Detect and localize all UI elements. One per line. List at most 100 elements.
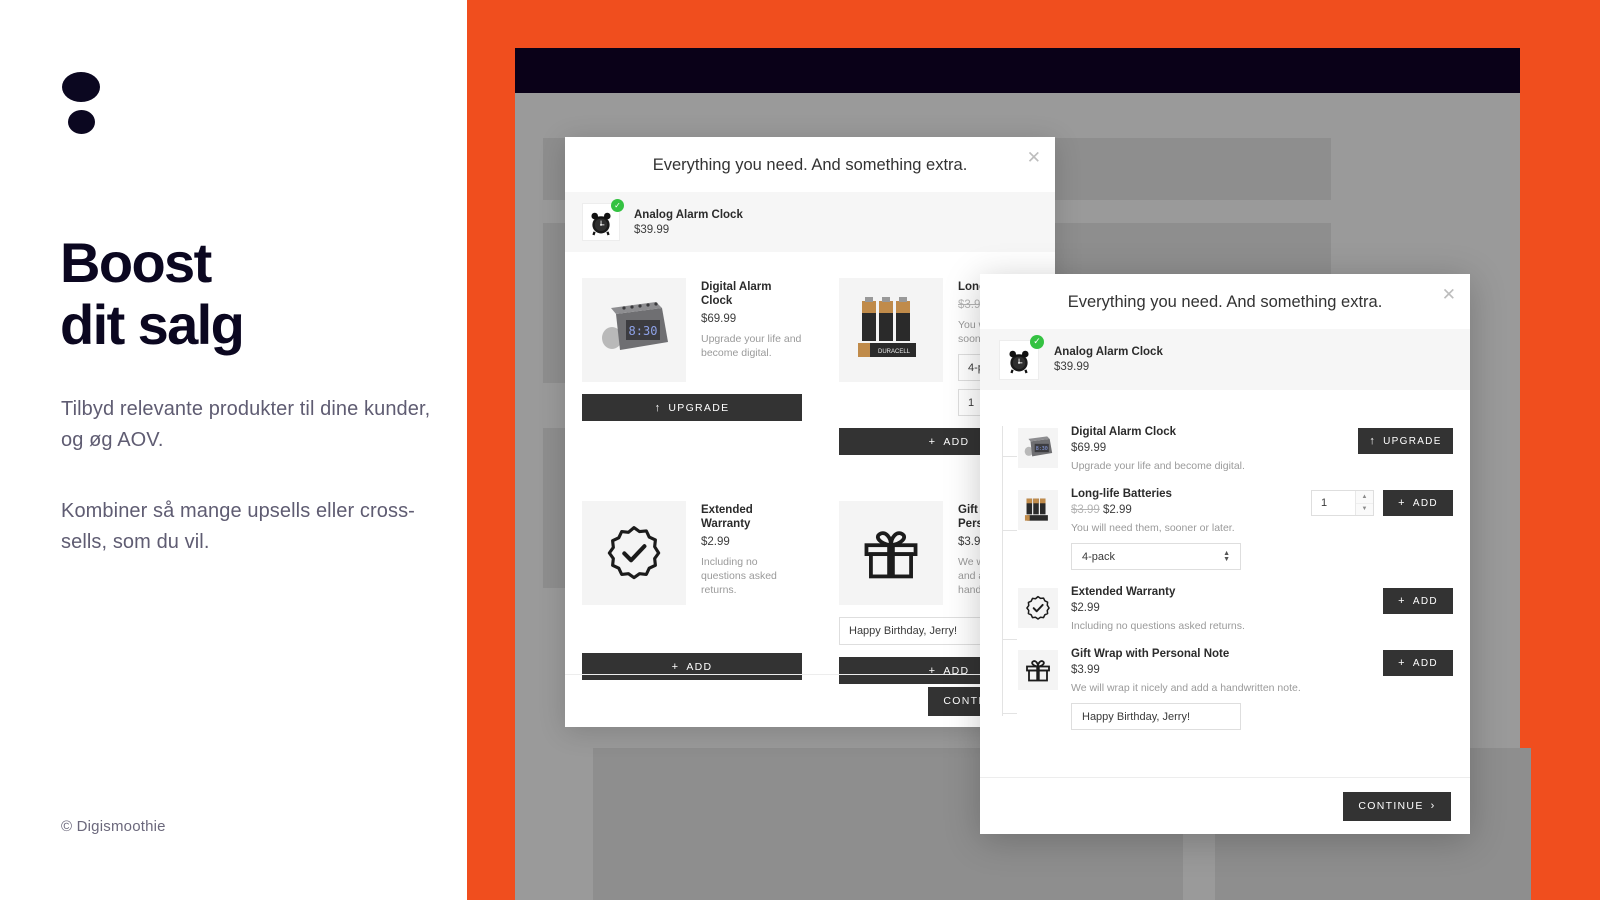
add-button-label: ADD [686, 660, 713, 673]
offer-row-gift-wrap: Gift Wrap with Personal Note $3.99 We wi… [1018, 636, 1453, 734]
offer-price: $2.99 [1102, 504, 1132, 516]
plus-icon: + [671, 660, 680, 673]
analog-alarm-clock-icon [1009, 350, 1029, 373]
add-button[interactable]: + ADD [1383, 588, 1453, 614]
offer-thumbnail: DURACELL [839, 278, 943, 382]
offer-description: We will wrap it nicely and add a handwri… [1071, 682, 1301, 694]
continue-button-label: CONTINUE [1358, 800, 1424, 812]
offer-description: Upgrade your life and become digital. [1071, 460, 1245, 472]
offer-name: Extended Warranty [1071, 586, 1176, 598]
left-marketing-panel: Boost dit salg Tilbyd relevante produkte… [0, 0, 467, 900]
offer-price: $69.99 [701, 313, 737, 325]
check-circle-icon: ✓ [1030, 334, 1044, 349]
offer-description: Including no questions asked returns. [701, 556, 777, 596]
offer-actions: + ADD [1383, 586, 1453, 614]
svg-text:DURACELL: DURACELL [878, 349, 911, 355]
chevron-updown-icon: ▲▼ [1223, 549, 1230, 563]
offer-name: Long-life Batteries [1071, 488, 1172, 500]
quantity-stepper[interactable]: 1 ▲ ▼ [1311, 490, 1374, 516]
cart-item-name: Analog Alarm Clock [1054, 346, 1163, 358]
orange-stage: Everything you need. And something extra… [467, 0, 1600, 900]
offer-price-pair: $3.99 $2.99 [1071, 504, 1303, 516]
offer-actions: 1 ▲ ▼ + ADD [1311, 488, 1453, 516]
svg-text:8:30: 8:30 [629, 324, 658, 338]
close-icon[interactable]: ✕ [1027, 149, 1041, 166]
continue-button[interactable]: CONTINUE › [1343, 791, 1451, 821]
page-title: Boost dit salg [60, 232, 440, 356]
add-button[interactable]: + ADD [1383, 650, 1453, 676]
offer-name: Digital Alarm Clock [701, 281, 772, 307]
variant-select-value: 4-pack [1082, 550, 1116, 563]
upgrade-button[interactable]: ↑ UPGRADE [582, 394, 802, 421]
arrow-up-icon: ↑ [654, 401, 662, 414]
subcopy-paragraph-2: Kombiner så mange upsells eller cross-se… [61, 500, 415, 553]
offer-name: Digital Alarm Clock [1071, 426, 1177, 438]
subcopy-paragraph-1: Tilbyd relevante produkter til dine kund… [61, 398, 431, 451]
offer-price: $2.99 [1071, 602, 1100, 614]
quantity-arrows[interactable]: ▲ ▼ [1355, 491, 1373, 515]
cart-item-thumbnail: ✓ [582, 199, 624, 241]
offer-row-digital-alarm-clock: 8:30 Digital Alarm Clock $69.99 Upgrade … [1018, 414, 1453, 476]
offer-card-digital-alarm-clock: 8:30 Digital Alarm Clock $69.99 Upgrade … [582, 278, 802, 455]
offer-description: Upgrade your life and become digital. [701, 333, 802, 359]
logo-dot-top [62, 72, 100, 102]
offer-grid: 8:30 Digital Alarm Clock $69.99 Upgrade … [582, 278, 1059, 684]
offer-actions: ↑ UPGRADE [1358, 426, 1453, 454]
offer-thumbnail [1018, 588, 1058, 628]
offer-list: 8:30 Digital Alarm Clock $69.99 Upgrade … [980, 414, 1470, 734]
upgrade-button-label: UPGRADE [668, 401, 730, 414]
cart-item-strip: ✓ Analog Alarm Clock $39.99 [565, 192, 1055, 252]
offer-row-extended-warranty: Extended Warranty $2.99 Including no que… [1018, 574, 1453, 636]
plus-icon: + [1398, 595, 1406, 607]
svg-text:8:30: 8:30 [1036, 446, 1048, 452]
offer-card-extended-warranty: Extended Warranty $2.99 Including no que… [582, 501, 802, 684]
modal-title: Everything you need. And something extra… [652, 156, 968, 174]
plus-icon: + [1398, 657, 1406, 669]
offer-thumbnail [839, 501, 943, 605]
plus-icon: + [928, 435, 937, 448]
offer-price: $69.99 [1071, 442, 1107, 454]
offer-name: Extended Warranty [701, 504, 753, 530]
personal-note-value: Happy Birthday, Jerry! [1082, 710, 1191, 723]
gift-icon [1026, 660, 1050, 682]
offer-thumbnail [582, 501, 686, 605]
store-header-bar [515, 48, 1520, 93]
variant-select[interactable]: 4-pack ▲▼ [1071, 543, 1241, 570]
offer-thumbnail [1018, 490, 1058, 530]
add-button-label: ADD [1412, 595, 1438, 607]
add-button[interactable]: + ADD [1383, 490, 1453, 516]
digital-alarm-clock-icon: 8:30 [1024, 436, 1053, 457]
stepper-up-icon[interactable]: ▲ [1356, 491, 1373, 504]
badge-check-icon [1026, 595, 1050, 620]
offer-thumbnail: 8:30 [1018, 428, 1058, 468]
headline-line-2: dit salg [60, 293, 245, 356]
offer-price: $3.99 [1071, 664, 1100, 676]
modal-title: Everything you need. And something extra… [1067, 293, 1383, 311]
plus-icon: + [1398, 497, 1406, 509]
stepper-down-icon[interactable]: ▼ [1356, 504, 1373, 516]
headline-line-1: Boost [60, 231, 212, 294]
close-icon[interactable]: ✕ [1442, 286, 1456, 303]
batteries-icon [1024, 498, 1048, 521]
personal-note-value: Happy Birthday, Jerry! [849, 625, 958, 637]
cart-item-thumbnail: ✓ [999, 334, 1044, 380]
upgrade-button-label: UPGRADE [1383, 435, 1442, 447]
offer-price: $2.99 [701, 536, 730, 548]
upgrade-button[interactable]: ↑ UPGRADE [1358, 428, 1453, 454]
offer-name: Gift Wrap with Personal Note [1071, 648, 1230, 660]
personal-note-input[interactable]: Happy Birthday, Jerry! [1071, 703, 1241, 730]
digismoothie-logo-icon [62, 72, 100, 144]
arrow-up-icon: ↑ [1369, 435, 1377, 447]
footer-credit: © Digismoothie [61, 818, 166, 835]
offer-thumbnail: 8:30 [582, 278, 686, 382]
modal-footer: CONTINUE › [980, 777, 1470, 834]
analog-alarm-clock-icon [591, 212, 611, 236]
cart-item-price: $39.99 [634, 223, 670, 236]
cart-item-strip: ✓ Analog Alarm Clock $39.99 [980, 329, 1470, 390]
gift-icon [864, 531, 918, 579]
offer-actions: + ADD [1383, 648, 1453, 676]
offer-description: You will need them, sooner or later. [1071, 522, 1235, 534]
add-button-label: ADD [1412, 497, 1438, 509]
offer-row-long-life-batteries: Long-life Batteries $3.99 $2.99 You will… [1018, 476, 1453, 574]
offer-thumbnail [1018, 650, 1058, 690]
